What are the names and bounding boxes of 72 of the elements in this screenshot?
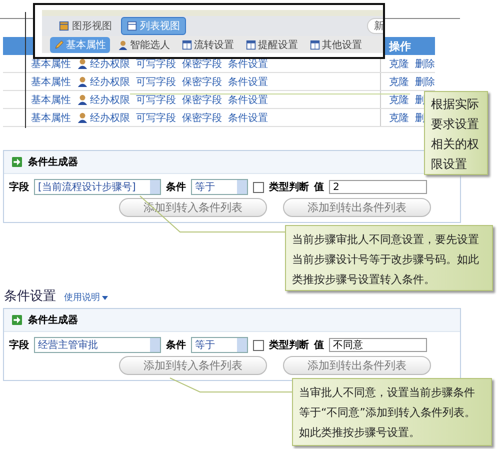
- checkbox[interactable]: [253, 182, 264, 192]
- table-icon: [310, 40, 320, 50]
- value-label: 值: [314, 181, 324, 194]
- callout-note: 根据实际要求设置相关的权限设置: [424, 91, 488, 175]
- arrow-icon: [12, 157, 22, 167]
- table-link[interactable]: 经办权限: [90, 110, 130, 124]
- pencil-icon: [54, 40, 64, 50]
- checkbox-label: 类型判断: [269, 180, 309, 194]
- condition-label: 条件: [166, 338, 186, 352]
- value-label: 值: [314, 339, 324, 352]
- panel-title: 条件生成器: [28, 314, 78, 327]
- value-field[interactable]: 2: [329, 180, 427, 194]
- table-link[interactable]: 经办权限: [90, 74, 130, 88]
- user-icon: [77, 112, 88, 123]
- table-icon: [246, 40, 256, 50]
- condition-select[interactable]: 等于: [191, 337, 248, 353]
- settings-tab[interactable]: 流转设置: [178, 36, 238, 52]
- table-link[interactable]: 保密字段: [182, 92, 222, 106]
- field-select[interactable]: [当前流程设计步骤号]: [34, 179, 161, 195]
- checkbox-label: 类型判断: [269, 338, 309, 352]
- table-link[interactable]: 可写字段: [136, 110, 176, 124]
- user-icon: [118, 40, 128, 50]
- user-icon: [77, 94, 88, 105]
- settings-tab[interactable]: 智能选人: [114, 36, 174, 52]
- add-button[interactable]: 添加到转入条件列表: [119, 356, 267, 375]
- column-header: 操作: [389, 38, 412, 54]
- view-tab[interactable]: 图形视图: [54, 18, 117, 34]
- caret-icon: [102, 296, 108, 300]
- action-link[interactable]: 克隆: [389, 56, 409, 70]
- checkbox[interactable]: [253, 340, 264, 350]
- table-icon: [127, 21, 137, 31]
- table-link[interactable]: 基本属性: [31, 110, 71, 124]
- field-label: 字段: [9, 180, 29, 194]
- table-link[interactable]: 保密字段: [182, 110, 222, 124]
- table-link[interactable]: 条件设置: [228, 92, 268, 106]
- condition-label: 条件: [166, 180, 186, 194]
- table-link[interactable]: 基本属性: [31, 56, 71, 70]
- table-link[interactable]: 可写字段: [136, 74, 176, 88]
- field-select[interactable]: 经营主管审批: [34, 337, 161, 353]
- callout-note: 当审批人不同意，设置当前步骤条件等于“不同意”添加到转入条件列表。如此类推按步骤号设置。: [292, 378, 492, 446]
- value-field[interactable]: 不同意: [329, 338, 427, 352]
- table-link[interactable]: 条件设置: [228, 110, 268, 124]
- action-link[interactable]: 删除: [415, 74, 435, 88]
- settings-tab[interactable]: 其他设置: [306, 36, 366, 52]
- table-link[interactable]: 条件设置: [228, 56, 268, 70]
- callout-note: 当前步骤审批人不同意设置，要先设置当前步骤设计号等于改步骤号码。如此类推按步骤号设置转入条件。: [285, 225, 493, 291]
- help-link[interactable]: 使用说明: [64, 291, 108, 304]
- shapes-icon: [59, 21, 69, 31]
- panel-title: 条件生成器: [28, 156, 78, 169]
- table-link[interactable]: 保密字段: [182, 56, 222, 70]
- table-link[interactable]: 保密字段: [182, 74, 222, 88]
- add-button[interactable]: 添加到转出条件列表: [283, 198, 431, 217]
- table-link[interactable]: 可写字段: [136, 56, 176, 70]
- table-link[interactable]: 条件设置: [228, 74, 268, 88]
- table-link[interactable]: 基本属性: [31, 92, 71, 106]
- table-link[interactable]: 可写字段: [136, 92, 176, 106]
- arrow-icon: [12, 315, 22, 325]
- settings-tab[interactable]: 提醒设置: [242, 36, 302, 52]
- action-link[interactable]: 删除: [415, 56, 435, 70]
- action-link[interactable]: 克隆: [389, 110, 409, 124]
- table-icon: [182, 40, 192, 50]
- action-link[interactable]: 克隆: [389, 74, 409, 88]
- section-title: 条件设置: [4, 288, 56, 305]
- condition-select[interactable]: 等于: [191, 179, 248, 195]
- table-link[interactable]: 经办权限: [90, 92, 130, 106]
- user-icon: [77, 58, 88, 69]
- table-link[interactable]: 基本属性: [31, 74, 71, 88]
- user-icon: [77, 76, 88, 87]
- field-label: 字段: [9, 338, 29, 352]
- table-link[interactable]: 经办权限: [90, 56, 130, 70]
- add-button[interactable]: 添加到转出条件列表: [283, 356, 431, 375]
- action-link[interactable]: 克隆: [389, 92, 409, 106]
